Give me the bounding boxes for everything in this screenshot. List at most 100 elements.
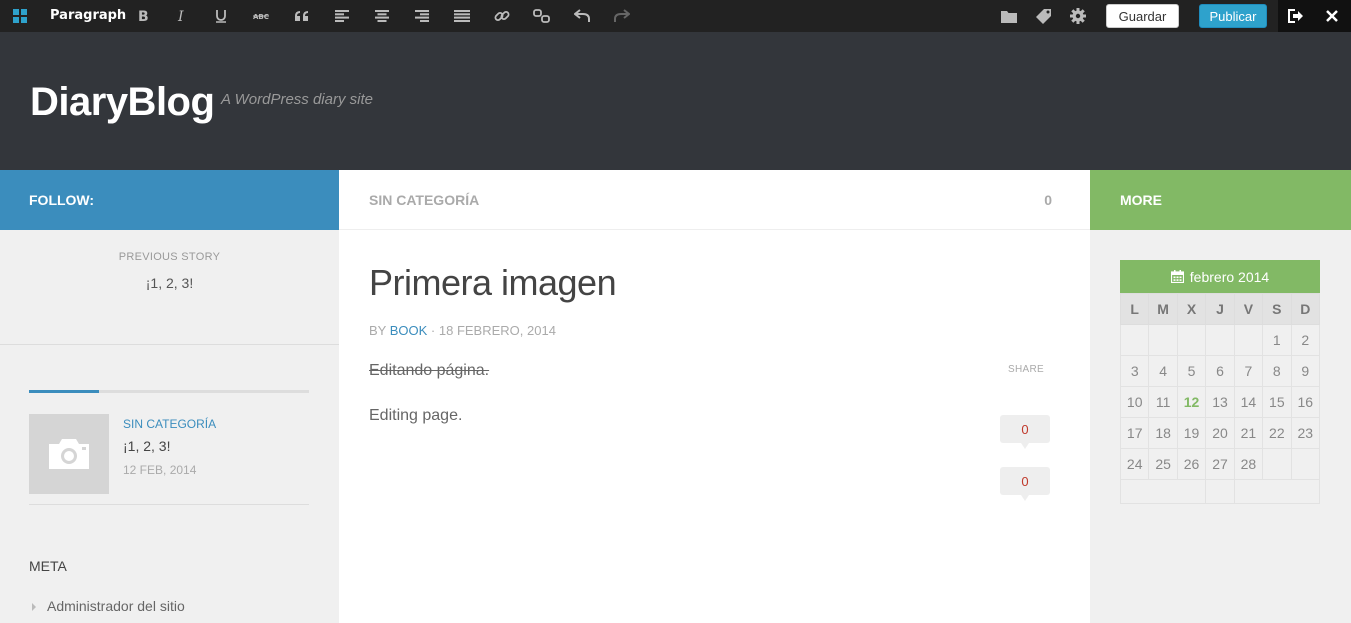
divider: [29, 504, 309, 505]
calendar-day: 23: [1290, 417, 1321, 449]
calendar-week-row: 10 11 12 13 14 15 16: [1119, 386, 1321, 418]
calendar-day: 25: [1148, 448, 1178, 480]
italic-icon[interactable]: I: [171, 0, 193, 32]
calendar-nav-cell: [1233, 479, 1321, 504]
calendar-day: 5: [1176, 355, 1207, 387]
meta-widget-title: META: [29, 558, 67, 574]
calendar-day: 10: [1119, 386, 1150, 418]
entry-date: 18 FEBRERO, 2014: [438, 323, 556, 338]
editable-text-strikethrough[interactable]: Editando página.: [369, 362, 489, 380]
more-label: MORE: [1090, 170, 1351, 230]
entry-byline: BY BOOK · 18 FEBRERO, 2014: [369, 323, 556, 338]
calendar-weekday: D: [1290, 293, 1321, 325]
calendar-empty-cell: [1290, 448, 1321, 480]
post-thumbnail[interactable]: [29, 414, 109, 494]
left-sidebar: FOLLOW: PREVIOUS STORY ¡1, 2, 3! SIN CAT…: [0, 170, 339, 623]
calendar-day: 16: [1290, 386, 1321, 418]
calendar-day: 13: [1205, 386, 1235, 418]
save-button[interactable]: Guardar: [1106, 4, 1179, 28]
underline-icon[interactable]: [210, 0, 232, 32]
calendar-weekday: L: [1119, 293, 1150, 325]
calendar-day: 2: [1290, 324, 1321, 356]
publish-button[interactable]: Publicar: [1199, 4, 1267, 28]
calendar-day: 22: [1262, 417, 1292, 449]
align-center-icon[interactable]: [371, 0, 393, 32]
calendar-day: 18: [1148, 417, 1178, 449]
calendar-day: 26: [1176, 448, 1207, 480]
previous-story-link[interactable]: ¡1, 2, 3!: [0, 275, 339, 291]
calendar-week-row: 24 25 26 27 28: [1119, 448, 1321, 480]
folder-icon[interactable]: [998, 0, 1020, 32]
align-left-icon[interactable]: [331, 0, 353, 32]
content-header-bar: SIN CATEGORÍA 0: [339, 170, 1090, 230]
caret-right-icon: [32, 603, 36, 611]
calendar-day: 19: [1176, 417, 1207, 449]
calendar-empty-cell: [1205, 324, 1235, 356]
calendar-day: 11: [1148, 386, 1178, 418]
site-description: A WordPress diary site: [221, 91, 373, 108]
divider: [0, 344, 339, 345]
exit-icon[interactable]: [1285, 0, 1307, 32]
calendar-table: LMXJVSD 1 2 3 4 5 6 7 8 9 10 11 12 13 14 15 16 17 18 19 20 2…: [1119, 293, 1321, 504]
camera-icon: [49, 439, 89, 469]
calendar-week-row: 17 18 19 20 21 22 23: [1119, 417, 1321, 449]
post-title-link[interactable]: ¡1, 2, 3!: [123, 438, 170, 454]
tag-icon[interactable]: [1033, 0, 1055, 32]
format-dropdown[interactable]: Paragraph: [50, 0, 126, 32]
post-category-link[interactable]: SIN CATEGORÍA: [123, 417, 216, 431]
calendar-day: 21: [1233, 417, 1264, 449]
entry-title[interactable]: Primera imagen: [369, 262, 617, 304]
share-count-button[interactable]: 0: [1000, 467, 1050, 501]
bold-icon[interactable]: B: [132, 0, 154, 32]
strikethrough-icon[interactable]: ABC: [250, 0, 272, 32]
author-link[interactable]: BOOK: [390, 323, 428, 338]
site-title[interactable]: DiaryBlog: [30, 80, 215, 125]
grid-icon[interactable]: [8, 0, 32, 32]
category-link[interactable]: SIN CATEGORÍA: [369, 192, 479, 208]
unlink-icon[interactable]: [531, 0, 553, 32]
justify-icon[interactable]: [451, 0, 473, 32]
widget-tab-active[interactable]: [29, 390, 99, 393]
calendar-empty-cell: [1148, 324, 1178, 356]
follow-label: FOLLOW:: [0, 170, 339, 230]
calendar-day: 14: [1233, 386, 1264, 418]
calendar-weekday: V: [1233, 293, 1264, 325]
share-label: SHARE: [1008, 364, 1044, 375]
calendar-day: 12: [1176, 386, 1207, 418]
calendar-header: febrero 2014: [1120, 260, 1320, 293]
calendar-day: 6: [1205, 355, 1235, 387]
svg-text:I: I: [177, 9, 184, 23]
calendar-day: 20: [1205, 417, 1235, 449]
calendar-weekday: S: [1262, 293, 1292, 325]
svg-text:ABC: ABC: [253, 13, 269, 21]
align-right-icon[interactable]: [411, 0, 433, 32]
calendar-day: 17: [1119, 417, 1150, 449]
comment-count[interactable]: 0: [1044, 192, 1052, 208]
byline-prefix: BY: [369, 323, 387, 338]
calendar-day: 15: [1262, 386, 1292, 418]
site-header: DiaryBlog A WordPress diary site: [0, 32, 1351, 170]
calendar-day: 1: [1262, 324, 1292, 356]
calendar-week-row: 3456789: [1119, 355, 1321, 387]
calendar-day: 9: [1290, 355, 1321, 387]
redo-icon[interactable]: [611, 0, 633, 32]
calendar-empty-cell: [1262, 448, 1292, 480]
editor-toolbar: Paragraph B I ABC Guardar Publicar: [0, 0, 1351, 32]
share-count-button[interactable]: 0: [1000, 415, 1050, 449]
gear-icon[interactable]: [1067, 0, 1089, 32]
editable-body-text[interactable]: Editing page.: [369, 407, 462, 425]
calendar-weekday: X: [1176, 293, 1207, 325]
undo-icon[interactable]: [571, 0, 593, 32]
post-date: 12 FEB, 2014: [123, 463, 197, 477]
calendar-icon: [1170, 270, 1184, 283]
right-sidebar: MORE febrero 2014 LMXJVSD 1 2 3 4 5 6 7 8 9 10 11 1…: [1090, 170, 1351, 623]
close-icon[interactable]: [1321, 0, 1343, 32]
calendar-empty-cell: [1176, 324, 1207, 356]
calendar-nav-cell: [1205, 479, 1235, 504]
blockquote-icon[interactable]: [291, 0, 313, 32]
calendar-month: febrero 2014: [1189, 268, 1270, 285]
meta-link-admin[interactable]: Administrador del sitio: [47, 598, 185, 614]
link-icon[interactable]: [491, 0, 513, 32]
calendar-nav-cell: [1119, 479, 1207, 504]
calendar-weekday: J: [1205, 293, 1235, 325]
